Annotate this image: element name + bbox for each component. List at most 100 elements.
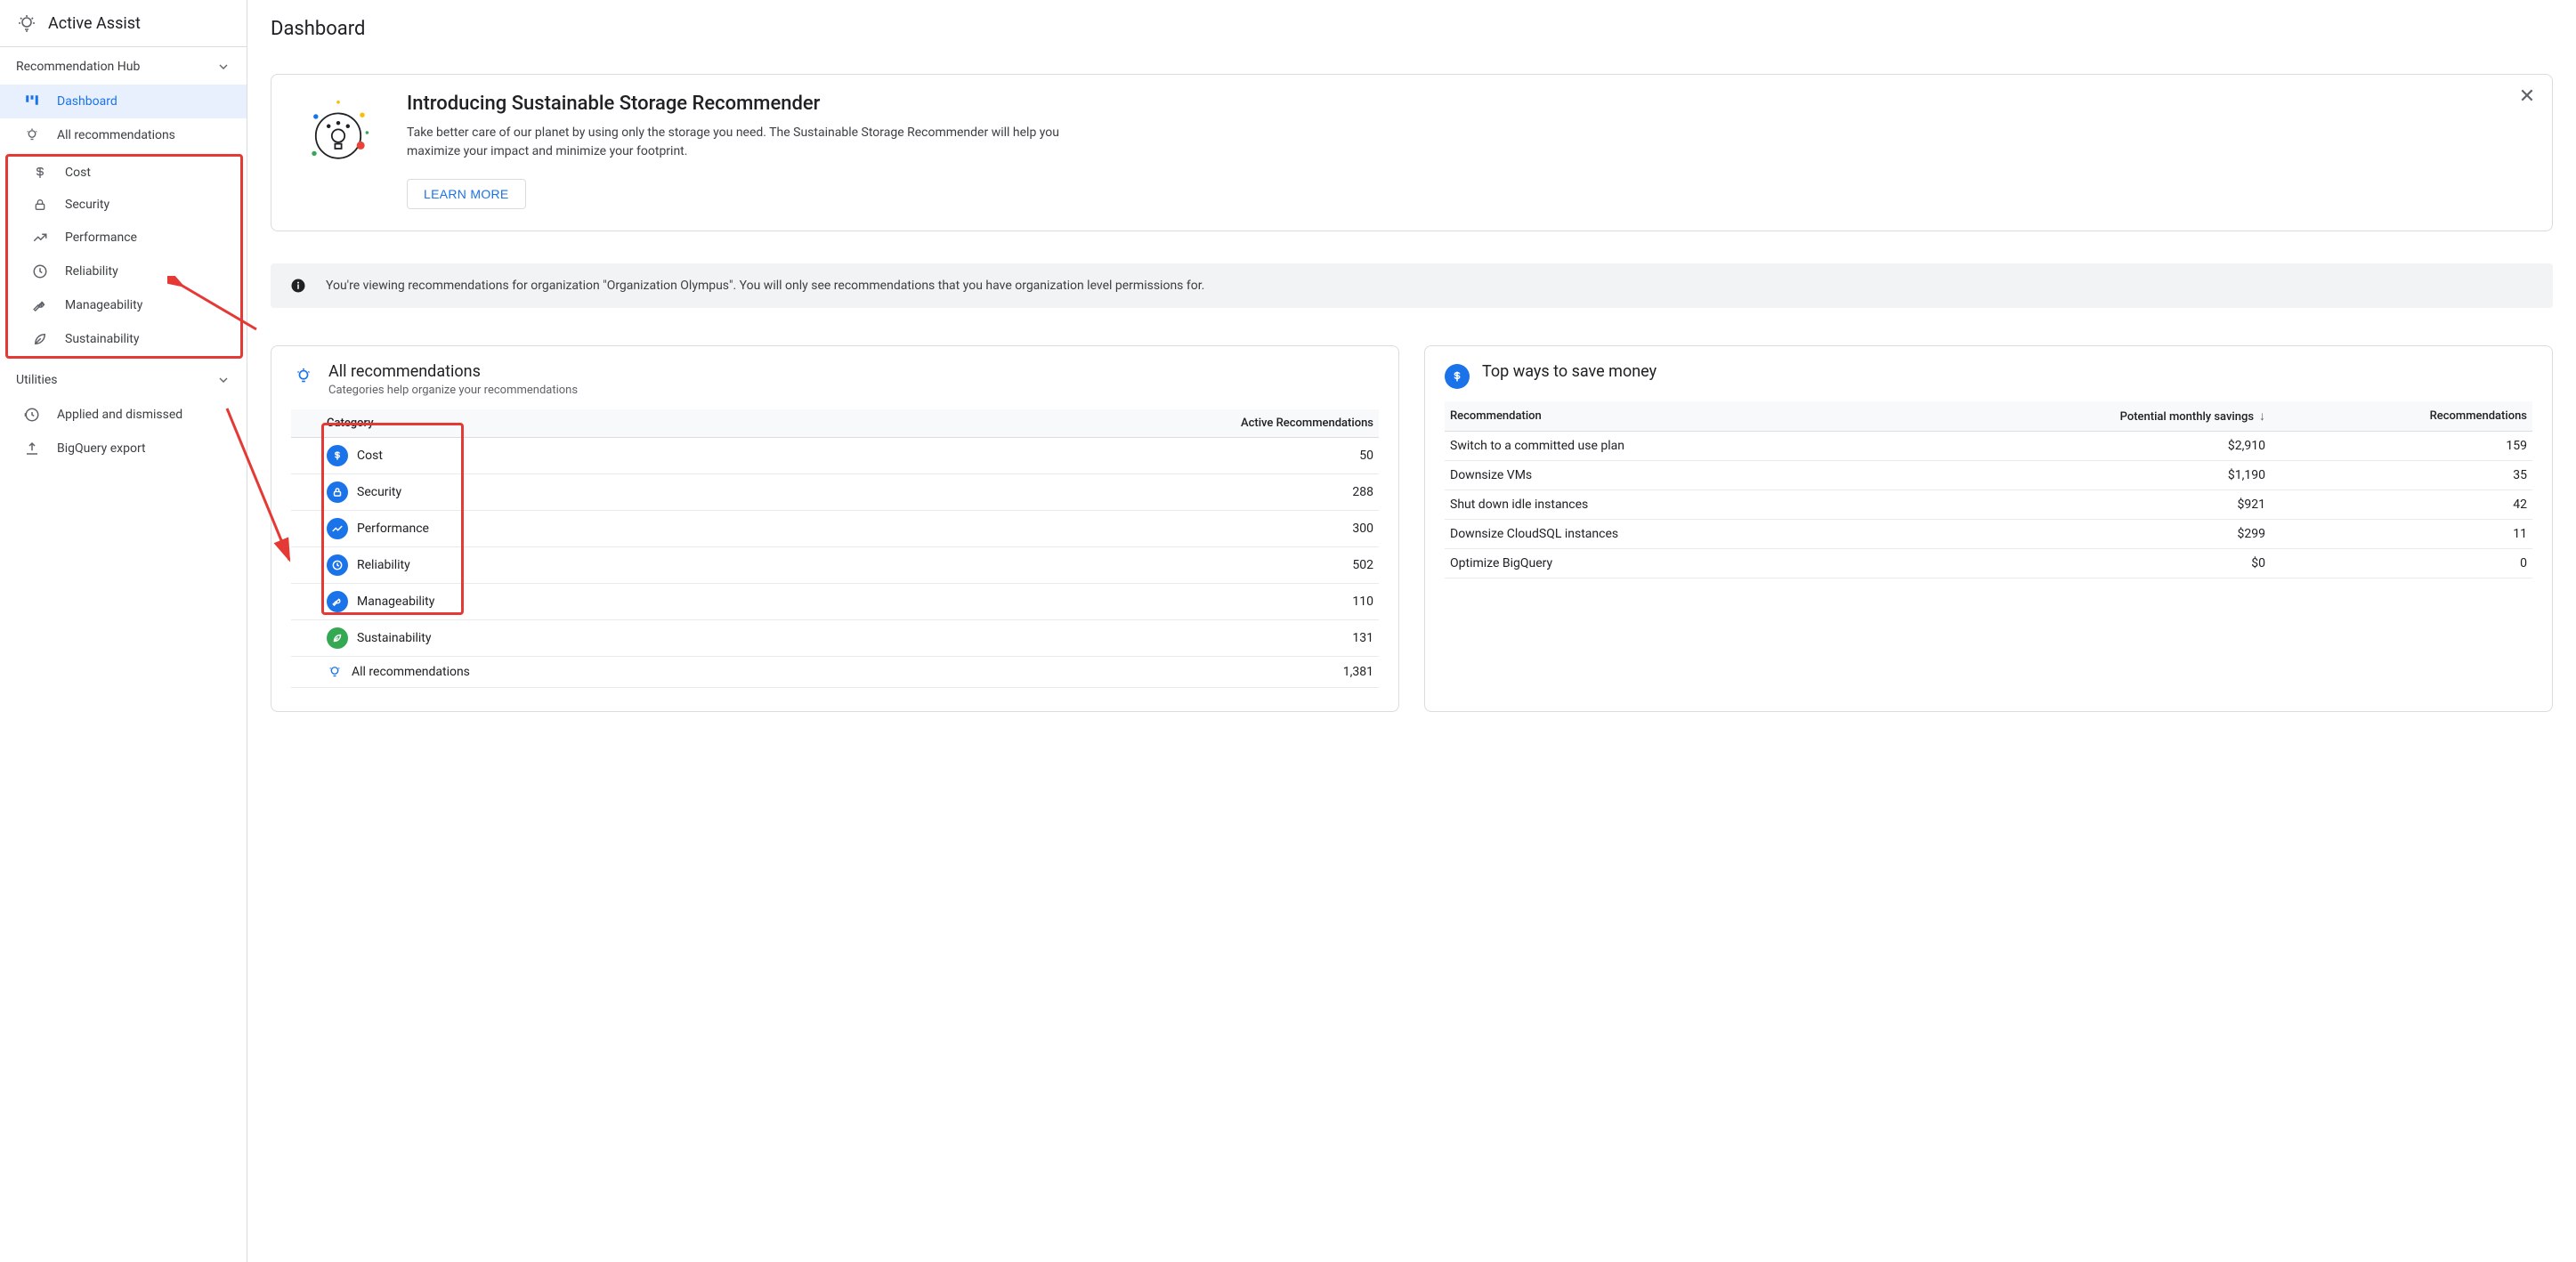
banner-illustration [298, 93, 378, 173]
sidebar-item-reliability[interactable]: Reliability [8, 255, 240, 288]
top-ways-table: Recommendation Potential monthly savings… [1445, 401, 2532, 578]
lightbulb-small-icon [327, 664, 343, 680]
nav-group-label: Utilities [16, 373, 58, 387]
col-active-recs[interactable]: Active Recommendations [869, 409, 1379, 438]
nav-group-label: Recommendation Hub [16, 60, 140, 74]
table-row[interactable]: Downsize CloudSQL instances$29911 [1445, 520, 2532, 549]
sidebar-item-label: Dashboard [57, 94, 117, 109]
card-title: All recommendations [328, 362, 578, 381]
page-title: Dashboard [271, 18, 2553, 40]
app-title: Active Assist [48, 14, 141, 33]
savings-value: $1,190 [1892, 461, 2271, 490]
card-all-recommendations: All recommendations Categories help orga… [271, 345, 1399, 712]
sidebar-item-bigquery-export[interactable]: BigQuery export [0, 432, 247, 465]
sidebar-item-label: Security [65, 198, 109, 212]
dollar-circle-icon [1445, 364, 1470, 389]
table-row[interactable]: Optimize BigQuery$00 [1445, 549, 2532, 578]
savings-value: $921 [1892, 490, 2271, 520]
category-label: Manageability [357, 595, 434, 609]
banner-title: Introducing Sustainable Storage Recommen… [407, 93, 1101, 115]
table-row[interactable]: Sustainability131 [291, 620, 1379, 657]
col-savings[interactable]: Potential monthly savings↓ [1892, 401, 2271, 432]
info-bar-text: You're viewing recommendations for organ… [326, 279, 1204, 293]
sidebar-item-cost[interactable]: Cost [8, 157, 240, 189]
sustainability-chip-icon [327, 627, 348, 649]
cost-chip-icon [327, 445, 348, 466]
recommendation-label: Downsize VMs [1445, 461, 1892, 490]
dashboard-icon [23, 93, 41, 109]
recs-count: 42 [2271, 490, 2532, 520]
sidebar-item-label: All recommendations [57, 128, 175, 142]
card-subtitle: Categories help organize your recommenda… [328, 384, 578, 397]
col-category[interactable]: Category [321, 409, 869, 438]
annotation-box-sidebar: Cost Security Performance Reliability [5, 154, 243, 359]
recommendation-label: Downsize CloudSQL instances [1445, 520, 1892, 549]
close-icon: ✕ [2519, 85, 2535, 108]
recs-count: 35 [2271, 461, 2532, 490]
recommendation-label: Switch to a committed use plan [1445, 432, 1892, 461]
dollar-icon [31, 166, 49, 180]
sidebar-item-security[interactable]: Security [8, 189, 240, 221]
lightbulb-small-icon [23, 127, 41, 143]
sidebar-item-label: Performance [65, 231, 137, 245]
banner-description: Take better care of our planet by using … [407, 124, 1101, 161]
manageability-chip-icon [327, 591, 348, 612]
sidebar-item-label: Cost [65, 166, 91, 180]
learn-more-button[interactable]: LEARN MORE [407, 179, 526, 209]
nav-group-utilities[interactable]: Utilities [0, 360, 247, 398]
sidebar-header: Active Assist [0, 0, 247, 47]
category-label: Cost [357, 449, 383, 463]
sidebar-item-label: BigQuery export [57, 441, 146, 456]
recs-count: 0 [2271, 549, 2532, 578]
recommendation-label: Optimize BigQuery [1445, 549, 1892, 578]
close-banner-button[interactable]: ✕ [2515, 84, 2540, 109]
category-label: Reliability [357, 558, 410, 572]
table-row[interactable]: Shut down idle instances$92142 [1445, 490, 2532, 520]
wrench-icon [31, 297, 49, 313]
sidebar-item-label: Applied and dismissed [57, 408, 182, 422]
sidebar-item-label: Manageability [65, 298, 142, 312]
security-chip-icon [327, 481, 348, 503]
lightbulb-icon [16, 12, 37, 34]
main-content: Dashboard Introducing Sustainable Storag… [247, 0, 2576, 1262]
recs-count: 159 [2271, 432, 2532, 461]
lock-icon [31, 198, 49, 212]
table-row[interactable]: Performance300 [291, 511, 1379, 547]
sidebar-item-performance[interactable]: Performance [8, 221, 240, 255]
category-count: 110 [869, 584, 1379, 620]
upload-icon [23, 441, 41, 457]
sidebar-item-applied-dismissed[interactable]: Applied and dismissed [0, 398, 247, 432]
category-count: 50 [869, 438, 1379, 474]
category-label: Performance [357, 522, 429, 536]
performance-chip-icon [327, 518, 348, 539]
table-row[interactable]: Reliability 502 [291, 547, 1379, 584]
sidebar: Active Assist Recommendation Hub Dashboa… [0, 0, 247, 1262]
category-count: 502 [869, 547, 1379, 584]
sidebar-item-manageability[interactable]: Manageability [8, 288, 240, 322]
savings-value: $299 [1892, 520, 2271, 549]
category-count: 288 [869, 474, 1379, 511]
col-recs-count[interactable]: Recommendations [2271, 401, 2532, 432]
table-row[interactable]: Manageability 110 [291, 584, 1379, 620]
chevron-down-icon [216, 373, 231, 387]
total-count: 1,381 [869, 657, 1379, 688]
history-icon [23, 407, 41, 423]
category-label: Security [357, 485, 401, 499]
sidebar-item-sustainability[interactable]: Sustainability [8, 322, 240, 356]
col-recommendation[interactable]: Recommendation [1445, 401, 1892, 432]
sidebar-item-label: Reliability [65, 264, 118, 279]
table-row[interactable]: Cost 50 [291, 438, 1379, 474]
reliability-chip-icon [327, 554, 348, 576]
table-row-total[interactable]: All recommendations1,381 [291, 657, 1379, 688]
category-count: 131 [869, 620, 1379, 657]
nav-group-recommendation-hub[interactable]: Recommendation Hub [0, 47, 247, 85]
table-row[interactable]: Downsize VMs$1,19035 [1445, 461, 2532, 490]
intro-banner: Introducing Sustainable Storage Recommen… [271, 74, 2553, 231]
sidebar-item-all-recommendations[interactable]: All recommendations [0, 118, 247, 152]
sidebar-item-label: Sustainability [65, 332, 139, 346]
savings-value: $0 [1892, 549, 2271, 578]
sidebar-item-dashboard[interactable]: Dashboard [0, 85, 247, 118]
table-row[interactable]: Switch to a committed use plan$2,910159 [1445, 432, 2532, 461]
table-row[interactable]: Security 288 [291, 474, 1379, 511]
chevron-down-icon [216, 60, 231, 74]
